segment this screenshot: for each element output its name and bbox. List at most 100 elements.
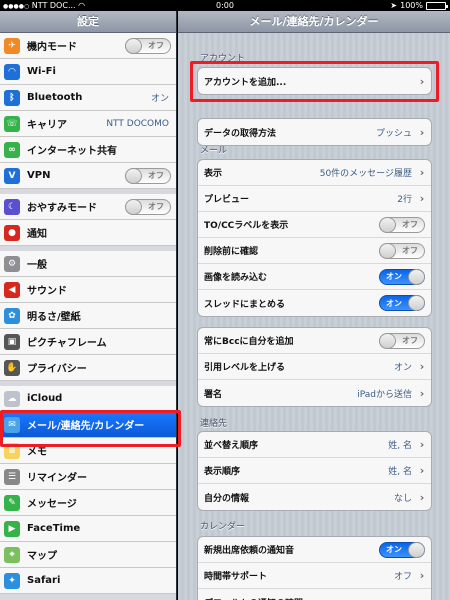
- contacts-group: 並べ替え順序 姓, 名 › 表示順序 姓, 名 › 自分の情報 なし ›: [197, 431, 432, 511]
- phone-icon: ☏: [4, 115, 20, 132]
- camera-icon: ▶: [4, 520, 20, 537]
- sidebar-item-link[interactable]: ∞ インターネット共有: [0, 137, 176, 163]
- toggle-switch[interactable]: オン: [379, 295, 425, 311]
- settings-row[interactable]: プレビュー 2行 ›: [198, 186, 431, 212]
- chevron-right-icon: ›: [419, 125, 425, 139]
- sidebar-item-gear[interactable]: ⚙ 一般: [0, 251, 176, 277]
- hand-icon: ✋: [4, 359, 20, 376]
- messages-icon: ✎: [4, 494, 20, 511]
- sidebar-item-reminders[interactable]: ☰ リマインダー: [0, 464, 176, 490]
- sidebar-item-value: NTT DOCOMO: [106, 118, 169, 129]
- mail-group: 表示 50件のメッセージ履歴 › プレビュー 2行 › TO/CCラベルを表示 オフ 削除前に確…: [197, 159, 432, 317]
- frame-icon: ▣: [4, 333, 20, 350]
- toggle-switch[interactable]: オフ: [125, 37, 171, 54]
- sidebar-item-camera[interactable]: ▶ FaceTime: [0, 516, 176, 542]
- settings-row[interactable]: TO/CCラベルを表示 オフ: [198, 212, 431, 238]
- toggle-switch[interactable]: オフ: [379, 242, 425, 259]
- toggle-label: オフ: [402, 220, 418, 229]
- sidebar-item-label: キャリア: [27, 120, 67, 131]
- toggle-switch[interactable]: オフ: [379, 216, 425, 233]
- row-label: 表示順序: [204, 467, 241, 477]
- toggle-label: オン: [386, 545, 402, 554]
- flower-icon: ✿: [4, 307, 20, 324]
- section-title-calendar: カレンダー: [200, 522, 246, 532]
- section-title-mail: メール: [200, 146, 228, 156]
- settings-row[interactable]: 常にBccに自分を追加 オフ: [198, 328, 431, 354]
- toggle-knob: [408, 541, 425, 558]
- moon-icon: ☾: [4, 198, 20, 215]
- toggle-knob: [379, 332, 396, 349]
- toggle-knob: [408, 295, 425, 311]
- sidebar-item-bluetooth[interactable]: ᛒ Bluetooth オン: [0, 85, 176, 111]
- sidebar-item-label: プライバシー: [27, 364, 87, 375]
- settings-row[interactable]: 引用レベルを上げる オン ›: [198, 354, 431, 380]
- bluetooth-icon: ᛒ: [4, 89, 20, 106]
- toggle-switch[interactable]: オフ: [379, 332, 425, 349]
- sidebar-item-label: Safari: [27, 575, 61, 586]
- row-value: オフ: [393, 572, 412, 582]
- settings-row[interactable]: 表示 50件のメッセージ履歴 ›: [198, 160, 431, 186]
- sidebar-item-label: 明るさ/壁紙: [27, 312, 81, 323]
- settings-row[interactable]: デフォルトの通知の時間 ›: [198, 589, 431, 600]
- sidebar-item-phone[interactable]: ☏ キャリア NTT DOCOMO: [0, 111, 176, 137]
- row-value: 2行: [397, 195, 412, 205]
- settings-row[interactable]: 並べ替え順序 姓, 名 ›: [198, 432, 431, 458]
- settings-row[interactable]: 時間帯サポート オフ ›: [198, 563, 431, 589]
- sidebar-item-moon[interactable]: ☾ おやすみモード オフ: [0, 194, 176, 220]
- highlight-mail-item: [0, 410, 181, 447]
- sidebar-item-wifi[interactable]: ◠ Wi-Fi: [0, 59, 176, 85]
- fetch-group: データの取得方法 プッシュ ›: [197, 118, 432, 146]
- sidebar-item-label: 通知: [27, 229, 47, 240]
- toggle-knob: [125, 167, 142, 184]
- speaker-icon: ◀: [4, 281, 20, 298]
- row-label: 引用レベルを上げる: [204, 363, 286, 373]
- toggle-label: オン: [386, 272, 402, 281]
- sidebar-item-label: Wi-Fi: [27, 66, 56, 77]
- toggle-switch[interactable]: オン: [379, 268, 425, 285]
- sidebar-item-airplane[interactable]: ✈ 機内モード オフ: [0, 33, 176, 59]
- sidebar-item-label: マップ: [27, 551, 57, 562]
- sidebar-item-label: サウンド: [27, 286, 67, 297]
- toggle-knob: [125, 198, 142, 215]
- toggle-knob: [379, 216, 396, 233]
- settings-row[interactable]: 削除前に確認 オフ: [198, 238, 431, 264]
- row-value: 50件のメッセージ履歴: [319, 169, 412, 179]
- sidebar-item-map[interactable]: ⌖ マップ: [0, 542, 176, 568]
- sidebar-item-frame[interactable]: ▣ ピクチャフレーム: [0, 329, 176, 355]
- chevron-right-icon: ›: [419, 386, 425, 400]
- toggle-label: オフ: [402, 246, 418, 255]
- toggle-switch[interactable]: オン: [379, 541, 425, 558]
- chevron-right-icon: ›: [419, 569, 425, 582]
- master-title: 設定: [0, 11, 176, 33]
- settings-row[interactable]: 新規出席依頼の通知音 オン: [198, 537, 431, 563]
- cloud-icon: ☁: [4, 390, 20, 407]
- status-right: ➤ 100%: [390, 0, 448, 11]
- row-label: プレビュー: [204, 195, 250, 205]
- status-bar: ●●●●○ NTT DOC... ◠ 0:00 ➤ 100%: [0, 0, 450, 11]
- settings-row[interactable]: 表示順序 姓, 名 ›: [198, 458, 431, 484]
- toggle-switch[interactable]: オフ: [125, 198, 171, 215]
- toggle-label: オフ: [148, 171, 164, 180]
- row-value: 姓, 名: [388, 441, 412, 451]
- sidebar-item-vpn[interactable]: V VPN オフ: [0, 163, 176, 189]
- toggle-knob: [379, 242, 396, 259]
- settings-row[interactable]: 自分の情報 なし ›: [198, 484, 431, 510]
- sidebar-item-label: VPN: [27, 170, 51, 181]
- settings-row[interactable]: スレッドにまとめる オン: [198, 290, 431, 316]
- sidebar-item-cloud[interactable]: ☁ iCloud: [0, 386, 176, 412]
- sidebar-item-notification[interactable]: ● 通知: [0, 220, 176, 246]
- sidebar-item-hand[interactable]: ✋ プライバシー: [0, 355, 176, 381]
- settings-row[interactable]: 画像を読み込む オン: [198, 264, 431, 290]
- airplane-icon: ✈: [4, 37, 20, 54]
- toggle-knob: [125, 37, 142, 54]
- sidebar-item-messages[interactable]: ✎ メッセージ: [0, 490, 176, 516]
- mail-settings-panel: メール/連絡先/カレンダー アカウント アカウントを追加... › データの取得…: [178, 11, 450, 600]
- sidebar-item-flower[interactable]: ✿ 明るさ/壁紙: [0, 303, 176, 329]
- settings-row[interactable]: 署名 iPadから送信 ›: [198, 380, 431, 406]
- row-label: スレッドにまとめる: [204, 299, 286, 310]
- fetch-row[interactable]: データの取得方法 プッシュ ›: [198, 119, 431, 145]
- toggle-switch[interactable]: オフ: [125, 167, 171, 184]
- sidebar-item-compass[interactable]: ✦ Safari: [0, 568, 176, 594]
- chevron-right-icon: ›: [419, 464, 425, 477]
- sidebar-item-speaker[interactable]: ◀ サウンド: [0, 277, 176, 303]
